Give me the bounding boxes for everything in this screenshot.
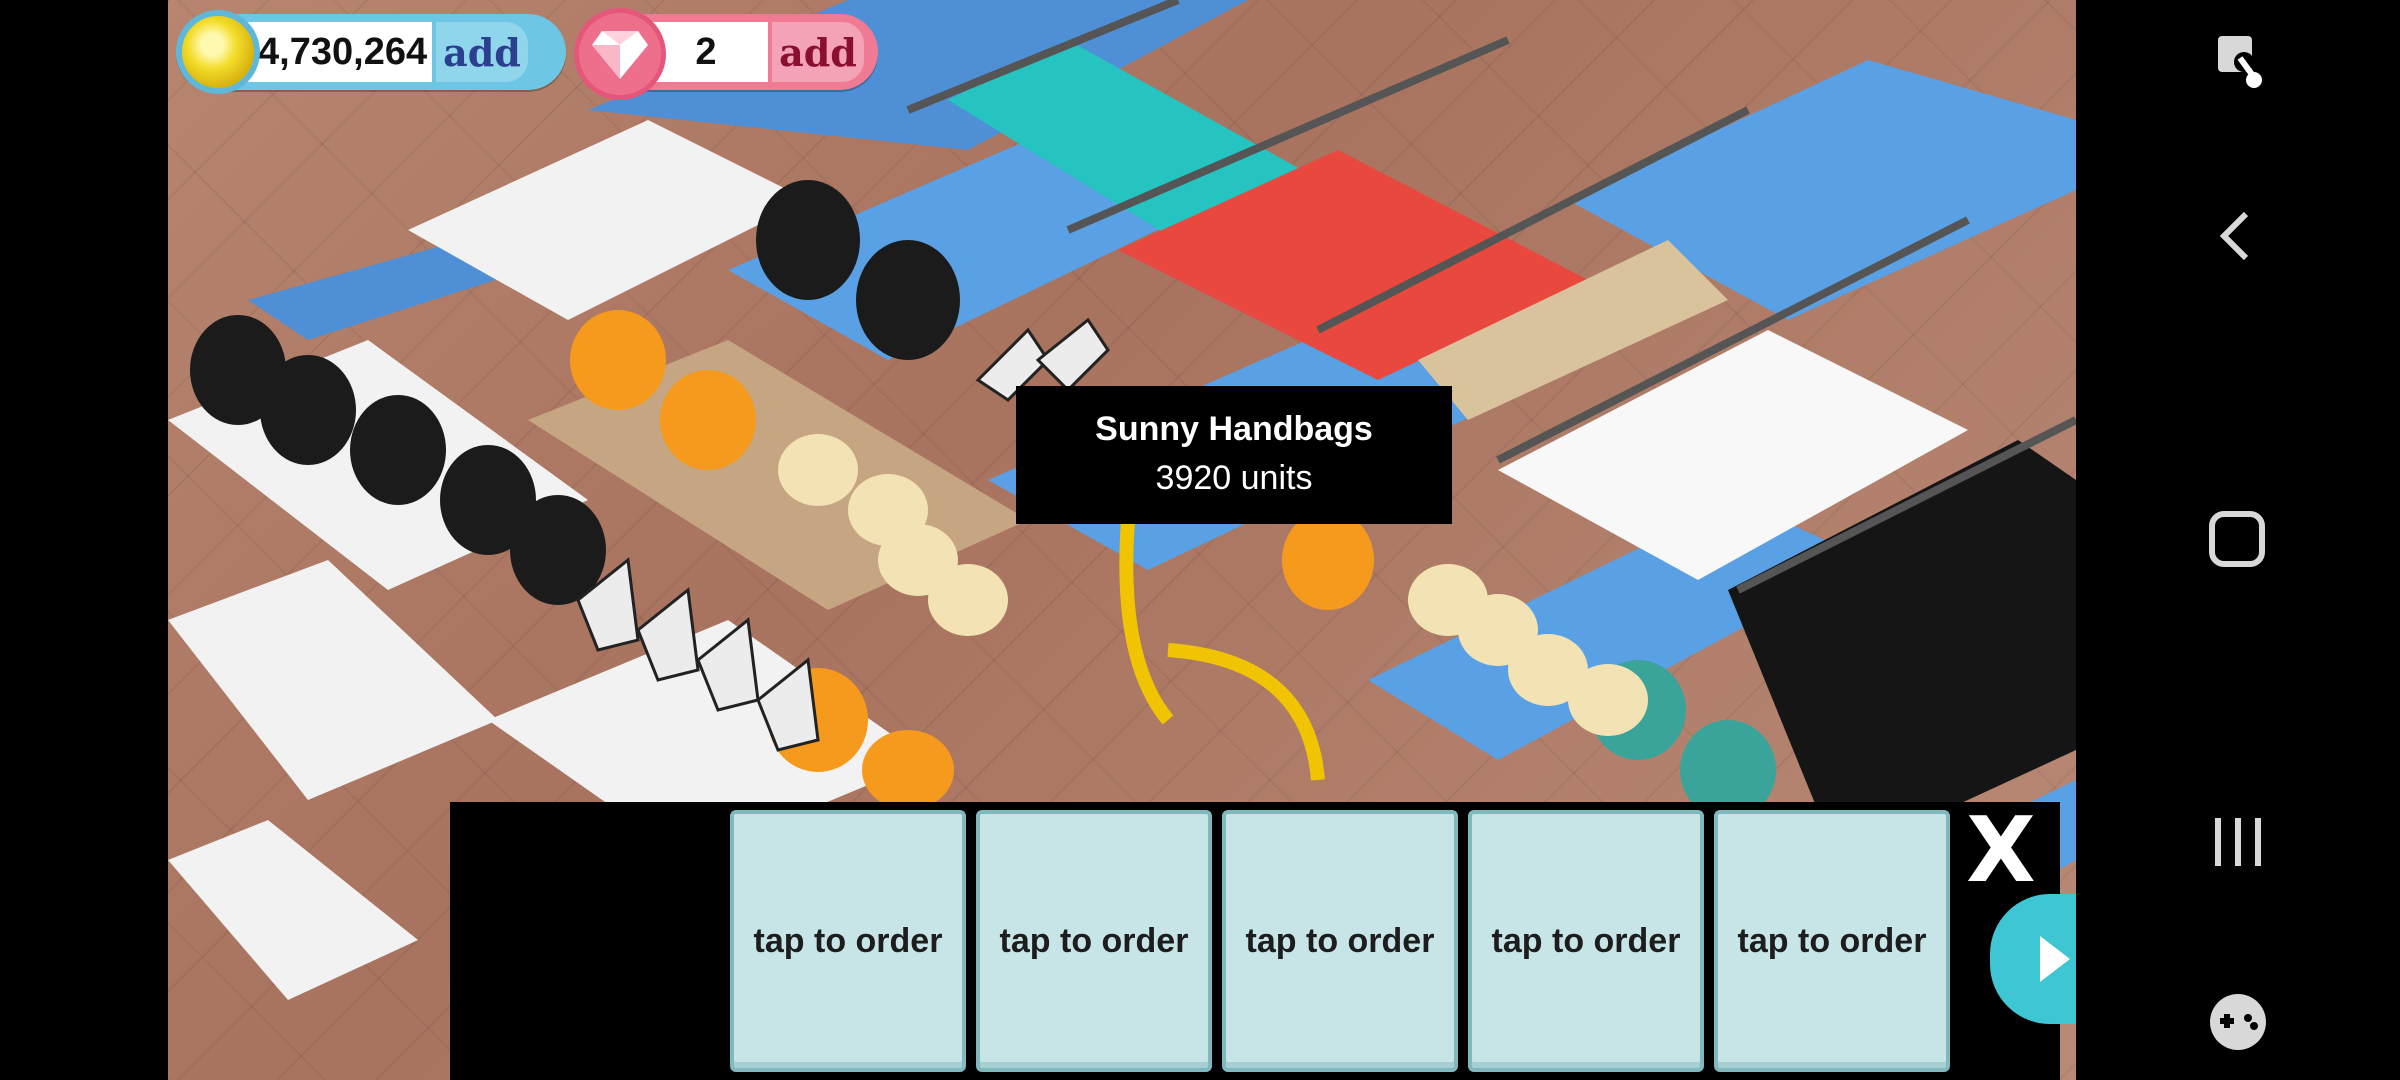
tooltip-units: 3920 units (1155, 459, 1313, 497)
add-coins-button[interactable]: add (432, 18, 532, 86)
home-icon[interactable] (2196, 498, 2280, 582)
system-navigation-bar (2076, 0, 2400, 1080)
item-tooltip: Sunny Handbags 3920 units (1016, 386, 1452, 524)
game-launcher-icon[interactable] (2196, 980, 2280, 1064)
coin-icon (176, 10, 260, 94)
gem-balance: 2 add (574, 8, 878, 100)
device-screen: 14,730,264 add 2 add Sunny Handbags 3920… (0, 0, 2400, 1080)
recent-apps-icon[interactable] (2196, 800, 2280, 884)
order-slot[interactable]: tap to order (1714, 810, 1950, 1072)
add-gems-button[interactable]: add (768, 18, 868, 86)
tooltip-title: Sunny Handbags (1095, 410, 1373, 448)
shop-floor-scene[interactable]: 14,730,264 add 2 add Sunny Handbags 3920… (168, 0, 2076, 1080)
back-icon[interactable] (2196, 194, 2280, 278)
close-button[interactable]: X (1958, 806, 2044, 896)
order-slot[interactable]: tap to order (730, 810, 966, 1072)
order-slot[interactable]: tap to order (976, 810, 1212, 1072)
order-slot[interactable]: tap to order (1222, 810, 1458, 1072)
play-arrow-icon (2040, 936, 2070, 982)
diamond-icon (574, 8, 666, 100)
screen-capture-icon[interactable] (2196, 14, 2280, 98)
next-page-button[interactable] (1990, 894, 2076, 1024)
order-bar: tap to order tap to order tap to order t… (450, 802, 2076, 1080)
coin-amount: 14,730,264 (232, 22, 432, 82)
coin-balance: 14,730,264 add (176, 10, 566, 94)
order-slot[interactable]: tap to order (1468, 810, 1704, 1072)
